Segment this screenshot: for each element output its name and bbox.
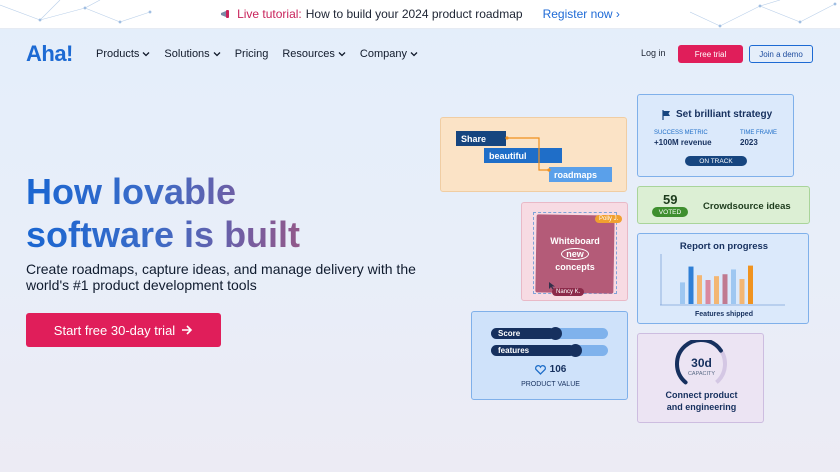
whiteboard-card: Whiteboard new concepts Polly J. Nancy K… [521, 202, 628, 301]
register-now-link[interactable]: Register now › [543, 7, 620, 21]
chevron-down-icon [338, 52, 346, 57]
progress-bar [714, 276, 719, 304]
strategy-card: Set brilliant strategy SUCCESS METRIC +1… [637, 94, 794, 177]
nav-item-resources[interactable]: Resources [282, 48, 346, 60]
chevron-down-icon [142, 52, 150, 57]
voted-badge: VOTED [652, 207, 688, 217]
flag-icon [662, 109, 670, 120]
nav-item-label: Resources [282, 48, 335, 60]
product-value-row: 106 [472, 364, 629, 375]
features-slider[interactable]: features [491, 344, 608, 357]
progress-bar [688, 266, 694, 304]
capacity-card: 30d CAPACITY Connect product and enginee… [637, 333, 764, 423]
main-nav: Aha! Products Solutions Pricing Resource… [0, 29, 840, 81]
capacity-line-2: and engineering [666, 402, 737, 412]
hero-headline: How lovable software is built [26, 170, 446, 256]
join-demo-button[interactable]: Join a demo [749, 45, 813, 63]
capacity-text: Connect product and engineering [638, 389, 765, 413]
metric-value: +100M revenue [654, 138, 712, 147]
free-trial-button[interactable]: Free trial [678, 45, 743, 63]
features-label: features [498, 346, 530, 355]
network-decoration-left [0, 0, 152, 24]
metric-label: SUCCESS METRIC [654, 130, 708, 136]
nav-item-label: Company [359, 48, 407, 60]
megaphone-icon [221, 10, 230, 18]
roadmap-connector [505, 136, 551, 172]
sticky-line-3: concepts [555, 262, 595, 272]
progress-bar [748, 265, 753, 304]
score-slider-knob[interactable] [549, 327, 563, 340]
progress-bar [731, 269, 736, 304]
cursor-tag-nancy: Nancy K. [552, 288, 585, 296]
nav-item-products[interactable]: Products [96, 48, 150, 60]
nav-item-label: Products [96, 48, 140, 60]
nav-item-pricing[interactable]: Pricing [235, 48, 269, 60]
sticky-line-2-wrap: new [536, 248, 614, 261]
nav-menu: Products Solutions Pricing Resources Com… [96, 48, 418, 60]
strategy-title-row: Set brilliant strategy [662, 109, 772, 120]
headline-line-1: How lovable [26, 171, 237, 212]
capacity-value: 30d [691, 356, 712, 370]
progress-bar [705, 280, 711, 304]
strategy-title: Set brilliant strategy [676, 109, 773, 120]
headline-line-2: software is built [26, 214, 301, 255]
progress-bar [680, 282, 685, 304]
score-slider[interactable]: Score [491, 327, 608, 340]
score-label: Score [498, 329, 521, 338]
live-tutorial-label: Live tutorial: [237, 7, 302, 21]
start-trial-label: Start free 30-day trial [53, 322, 176, 338]
roadmap-card: Share beautiful roadmaps [440, 117, 627, 192]
heart-icon [534, 364, 546, 375]
progress-caption: Features shipped [695, 311, 753, 318]
crowdsource-title: Crowdsource ideas [703, 201, 791, 212]
chevron-down-icon [213, 52, 221, 57]
network-decoration-right [690, 0, 837, 28]
cursor-tag-polly: Polly J. [595, 215, 623, 223]
capacity-unit: CAPACITY [687, 371, 716, 377]
start-trial-button[interactable]: Start free 30-day trial [26, 313, 221, 347]
features-slider-knob[interactable] [569, 344, 583, 357]
progress-card: Report on progress Features shipped [637, 233, 809, 324]
nav-item-label: Pricing [234, 48, 269, 60]
capacity-line-1: Connect product [665, 390, 738, 400]
hero-subtext: Create roadmaps, capture ideas, and mana… [26, 261, 416, 293]
roadmap-bar-share: Share [456, 131, 506, 146]
progress-bar [697, 275, 702, 304]
product-value-number: 106 [549, 364, 567, 375]
score-card: Score features 106 PRODUCT VALUE [471, 311, 628, 400]
nav-item-label: Solutions [164, 48, 210, 60]
crowdsource-card: 59 VOTED Crowdsource ideas [637, 186, 810, 224]
timeframe-value: 2023 [740, 138, 758, 147]
sticky-line-2: new [561, 248, 589, 260]
nav-item-company[interactable]: Company [360, 48, 418, 60]
chevron-down-icon [410, 52, 418, 57]
vote-count: 59 [663, 192, 678, 207]
progress-bar [722, 274, 728, 304]
announcement-bar: Live tutorial: How to build your 2024 pr… [0, 0, 840, 29]
tutorial-topic-link[interactable]: How to build your 2024 product roadmap [306, 7, 523, 21]
nav-item-solutions[interactable]: Solutions [164, 48, 221, 60]
login-link[interactable]: Log in [641, 48, 666, 58]
features-shipped-chart [660, 254, 785, 306]
timeframe-label: TIME FRAME [740, 130, 777, 136]
sticky-line-1: Whiteboard [550, 236, 600, 246]
product-value-caption: PRODUCT VALUE [521, 381, 580, 388]
progress-bar [739, 279, 745, 304]
progress-title: Report on progress [679, 241, 769, 252]
sticky-note-text: Whiteboard new concepts [536, 235, 614, 274]
aha-logo[interactable]: Aha! [26, 41, 73, 67]
status-badge: ON TRACK [685, 156, 747, 166]
arrow-right-icon [182, 325, 193, 335]
